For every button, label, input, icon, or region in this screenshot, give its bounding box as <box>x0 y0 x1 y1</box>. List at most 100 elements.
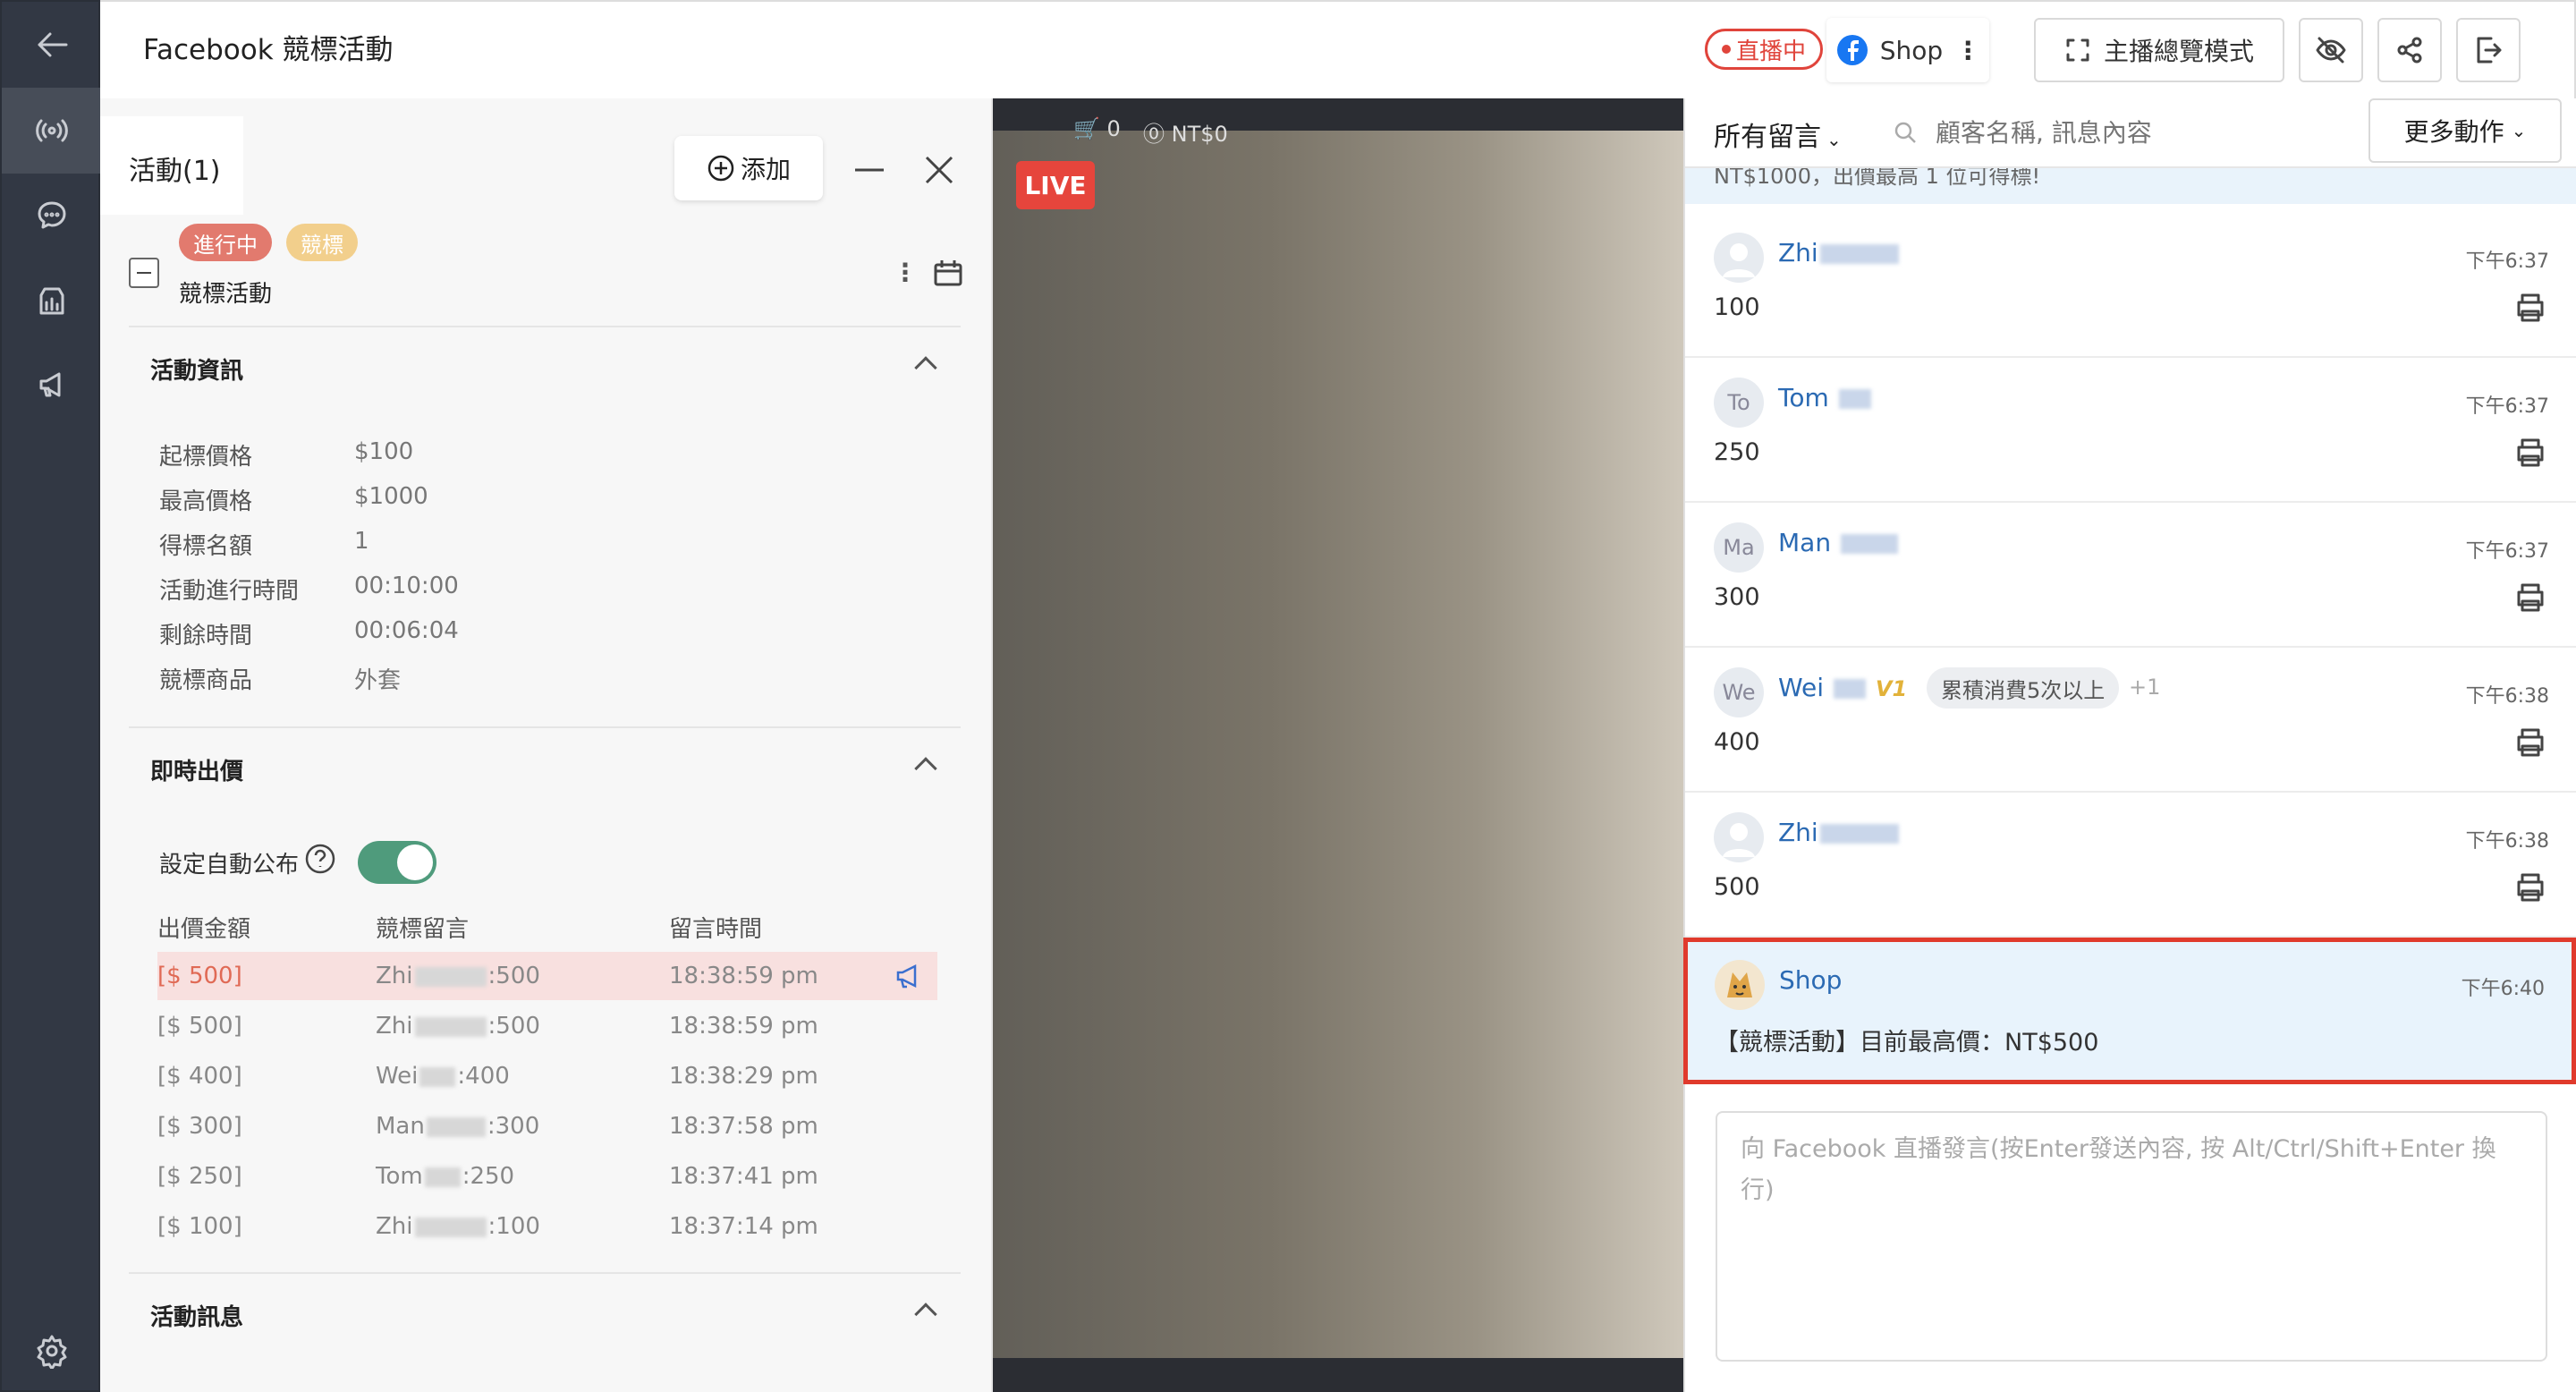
print-icon[interactable] <box>2513 871 2547 904</box>
bid-row[interactable]: [$ 500] Zhi:500 18:38:59 pm <box>157 952 937 1000</box>
bid-message: :400 <box>457 1063 510 1090</box>
close-icon[interactable] <box>921 152 957 188</box>
add-activity-button[interactable]: 添加 <box>674 136 823 200</box>
print-icon[interactable] <box>2513 292 2547 324</box>
collapse-toggle[interactable] <box>129 258 159 288</box>
avatar: To <box>1714 378 1764 428</box>
minimize-icon[interactable] <box>852 152 887 188</box>
overview-mode-label: 主播總覽模式 <box>2103 37 2254 66</box>
page-title: Facebook 競標活動 <box>143 34 394 66</box>
vip-badge-icon: V1 <box>1875 676 1908 701</box>
activity-message-header[interactable]: 活動訊息 <box>129 1272 961 1351</box>
live-badge: LIVE <box>1016 161 1095 209</box>
blurred-name <box>414 966 487 987</box>
exit-icon <box>2477 37 2502 64</box>
activity-info-header[interactable]: 活動資訊 <box>129 326 961 404</box>
auto-publish-label: 設定自動公布 <box>159 852 300 878</box>
comment-filter-label: 所有留言 <box>1714 122 1821 153</box>
broadcast-message-input[interactable]: 向 Facebook 直播發言(按Enter發送內容, 按 Alt/Ctrl/S… <box>1716 1111 2547 1362</box>
top-header: Facebook 競標活動 直播中 Shop ⋮ 主播總覽模式 <box>100 0 2576 98</box>
bid-amount: [$ 100] <box>157 1213 242 1240</box>
print-icon[interactable] <box>2513 437 2547 469</box>
left-rail <box>0 0 102 1392</box>
more-actions-button[interactable]: 更多動作 ⌄ <box>2368 98 2562 163</box>
comment-item[interactable]: To Tom 下午6:37 250 <box>1685 358 2576 503</box>
column-header-amount: 出價金額 <box>157 916 251 943</box>
comment-time: 下午6:37 <box>2465 250 2549 273</box>
column-header-time: 留言時間 <box>669 916 763 943</box>
bidder-name: Tom <box>376 1163 423 1190</box>
shop-comment-highlighted[interactable]: Shop 下午6:40 【競標活動】目前最高價：NT$500 <box>1683 938 2576 1084</box>
comment-message: 100 <box>1714 293 1760 321</box>
commenter-name: Man <box>1778 528 1900 557</box>
comment-item[interactable]: Ma Man 下午6:37 300 <box>1685 503 2576 648</box>
live-dot-icon <box>1722 45 1731 54</box>
live-bid-header[interactable]: 即時出價 <box>129 726 961 805</box>
comment-search-input[interactable] <box>1891 106 2338 159</box>
bid-amount: [$ 500] <box>157 1013 242 1040</box>
chevron-up-icon <box>914 356 937 379</box>
bidder-name: Zhi <box>376 1013 413 1040</box>
info-key: 剩餘時間 <box>159 623 253 649</box>
activity-row[interactable]: 進行中 競標 競標活動 ⋮ <box>129 224 964 329</box>
exit-button[interactable] <box>2456 18 2521 82</box>
info-key: 活動進行時間 <box>159 578 300 605</box>
bid-row: [$ 100] Zhi:100 18:37:14 pm <box>157 1202 937 1251</box>
auto-publish-toggle[interactable] <box>358 841 436 884</box>
megaphone-icon[interactable] <box>2 342 102 428</box>
info-key: 得標名額 <box>159 533 253 560</box>
comment-item[interactable]: We Wei V1 累積消費5次以上 +1 下午6:38 400 <box>1685 648 2576 793</box>
live-status-label: 直播中 <box>1736 38 1807 65</box>
comment-time: 下午6:37 <box>2465 540 2549 563</box>
panel-title: 活動(1) <box>129 156 221 187</box>
blurred-name <box>424 1167 461 1187</box>
eye-off-icon <box>2316 37 2346 64</box>
plus-circle-icon <box>708 155 734 182</box>
bidder-name: Zhi <box>376 1213 413 1240</box>
chat-icon[interactable] <box>2 172 102 258</box>
bid-message: :500 <box>487 1013 540 1040</box>
bid-time: 18:38:29 pm <box>669 1063 818 1090</box>
comment-filter-select[interactable]: 所有留言 ⌄ <box>1714 115 1842 154</box>
commenter-name: Zhi <box>1778 238 1901 267</box>
column-header-comment: 競標留言 <box>376 916 470 943</box>
comment-time: 下午6:38 <box>2465 685 2549 708</box>
comment-item[interactable]: Zhi 下午6:38 500 <box>1685 793 2576 938</box>
activity-info-title: 活動資訊 <box>150 358 244 385</box>
shop-label: Shop <box>1879 35 1944 65</box>
hide-eye-button[interactable] <box>2299 18 2363 82</box>
overview-mode-button[interactable]: 主播總覽模式 <box>2034 18 2284 82</box>
comment-message: 300 <box>1714 583 1760 611</box>
info-key: 最高價格 <box>159 488 253 515</box>
info-value: 1 <box>354 528 369 555</box>
help-icon[interactable] <box>304 843 336 875</box>
settings-gear-icon[interactable] <box>2 1308 102 1392</box>
more-options-icon[interactable]: ⋮ <box>893 258 918 287</box>
share-button[interactable] <box>2377 18 2442 82</box>
comment-message: 【競標活動】目前最高價：NT$500 <box>1715 1029 2099 1057</box>
more-tags-count: +1 <box>2129 675 2161 700</box>
share-icon <box>2397 37 2422 64</box>
fullscreen-icon <box>2066 38 2089 62</box>
calendar-icon[interactable] <box>932 256 964 288</box>
shop-account-button[interactable]: Shop ⋮ <box>1826 18 1989 82</box>
store-stats-icon[interactable] <box>2 258 102 344</box>
live-broadcast-icon[interactable] <box>2 88 102 174</box>
print-icon[interactable] <box>2513 581 2547 614</box>
bidder-name: Man <box>376 1113 425 1140</box>
bid-message: :300 <box>487 1113 540 1140</box>
cart-indicator: 🛒 0 <box>1073 116 1121 141</box>
comments-panel: 所有留言⌄ 更多動作⌄ NT$1000，出價最高 1 位可得標! Zhi 下午6… <box>1683 98 2576 1392</box>
comment-item[interactable]: Zhi 下午6:37 100 <box>1685 213 2576 358</box>
activity-name: 競標活動 <box>179 281 273 308</box>
bid-message: :100 <box>487 1213 540 1240</box>
kebab-menu-icon[interactable]: ⋮ <box>1955 36 1980 65</box>
comment-message: 400 <box>1714 728 1760 756</box>
bid-amount: [$ 500] <box>157 963 242 989</box>
announce-icon[interactable] <box>894 963 923 989</box>
bid-row: [$ 400] Wei:400 18:38:29 pm <box>157 1052 937 1100</box>
activity-message-title: 活動訊息 <box>150 1304 244 1331</box>
print-icon[interactable] <box>2513 726 2547 759</box>
avatar: Ma <box>1714 522 1764 573</box>
back-icon[interactable] <box>2 2 102 88</box>
